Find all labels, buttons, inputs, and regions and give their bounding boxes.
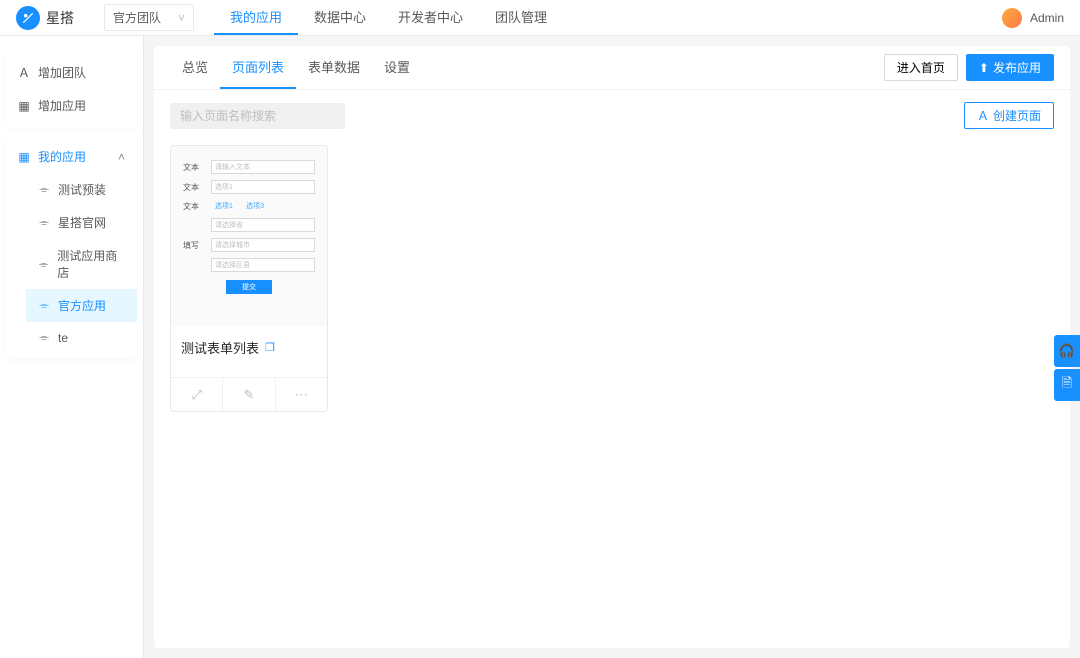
content-body: Ａ 创建页面 文本 请输入文本 文本 选项1 [154, 90, 1070, 648]
body: Ａ 增加团队 ▦ 增加应用 ▦ 我的应用 ˄ ⌯ 测试预装 ⌯ 星 [0, 36, 1080, 658]
avatar [1002, 8, 1022, 28]
sidebar: Ａ 增加团队 ▦ 增加应用 ▦ 我的应用 ˄ ⌯ 测试预装 ⌯ 星 [0, 36, 144, 658]
thumb-row: 请选择省 [183, 218, 315, 232]
content-tabs: 总览 页面列表 表单数据 设置 进入首页 ⬆ 发布应用 [154, 46, 1070, 90]
sidebar-item-label: 官方应用 [58, 297, 106, 314]
thumb-row: 文本 请输入文本 [183, 160, 315, 174]
brand-text: 星搭 [46, 8, 74, 28]
apps-icon: ▦ [18, 150, 30, 164]
header-user[interactable]: Admin [1002, 8, 1064, 28]
sidebar-item-label: 我的应用 [38, 148, 86, 165]
main: 总览 页面列表 表单数据 设置 进入首页 ⬆ 发布应用 Ａ [144, 36, 1080, 658]
page-card[interactable]: 文本 请输入文本 文本 选项1 文本 选项1 选项3 [170, 145, 328, 412]
sidebar-app-3[interactable]: ⌯ 官方应用 [26, 289, 137, 322]
chart-icon: ⌯ [38, 182, 50, 197]
create-page-label: 创建页面 [993, 107, 1041, 124]
sidebar-app-1[interactable]: ⌯ 星搭官网 [26, 206, 137, 239]
sidebar-item-label: 增加应用 [38, 97, 86, 114]
page-thumbnail: 文本 请输入文本 文本 选项1 文本 选项1 选项3 [171, 146, 327, 326]
more-button[interactable]: ⋯ [276, 378, 327, 411]
sidebar-apps-card: ▦ 我的应用 ˄ ⌯ 测试预装 ⌯ 星搭官网 ⌯ 测试应用商店 ⌯ [6, 134, 137, 359]
thumb-submit: 提交 [226, 280, 272, 294]
sidebar-app-0[interactable]: ⌯ 测试预装 [26, 173, 137, 206]
edit-icon: ✎ [244, 387, 255, 403]
sidebar-sub: ⌯ 测试预装 ⌯ 星搭官网 ⌯ 测试应用商店 ⌯ 官方应用 ⌯ te [6, 173, 137, 353]
sidebar-app-2[interactable]: ⌯ 测试应用商店 [26, 239, 137, 289]
chart-icon: ⌯ [38, 330, 50, 345]
user-name: Admin [1030, 11, 1064, 25]
sidebar-add-team[interactable]: Ａ 增加团队 [6, 56, 137, 89]
logo: 星搭 [16, 6, 74, 30]
expand-button[interactable]: ⤢ [171, 378, 223, 411]
sidebar-item-label: 测试应用商店 [57, 247, 125, 281]
nav-tab-team[interactable]: 团队管理 [479, 0, 563, 35]
user-icon: Ａ [977, 107, 989, 124]
tab-settings[interactable]: 设置 [372, 46, 422, 89]
chart-icon: ⌯ [38, 215, 50, 230]
grid-icon: ▦ [18, 99, 30, 113]
enter-home-button[interactable]: 进入首页 [884, 54, 958, 81]
docs-button[interactable]: 🗎 [1054, 369, 1080, 401]
search-input[interactable] [170, 103, 345, 129]
logo-icon [16, 6, 40, 30]
sidebar-item-label: 星搭官网 [58, 214, 106, 231]
publish-label: 发布应用 [993, 59, 1041, 76]
sidebar-item-label: te [58, 331, 68, 345]
chevron-down-icon: ˅ [178, 11, 185, 25]
expand-icon: ⤢ [191, 387, 201, 403]
sidebar-top-card: Ａ 增加团队 ▦ 增加应用 [6, 50, 137, 128]
nav-tab-data[interactable]: 数据中心 [298, 0, 382, 35]
headset-icon: 🎧 [1059, 343, 1075, 359]
thumb-row: 文本 选项1 [183, 180, 315, 194]
create-page-button[interactable]: Ａ 创建页面 [964, 102, 1054, 129]
sidebar-add-app[interactable]: ▦ 增加应用 [6, 89, 137, 122]
edit-button[interactable]: ✎ [223, 378, 275, 411]
upload-icon: ⬆ [979, 61, 989, 75]
content-actions: 进入首页 ⬆ 发布应用 [884, 54, 1054, 81]
nav-tabs: 我的应用 数据中心 开发者中心 团队管理 [214, 0, 563, 35]
team-name: 官方团队 [113, 9, 161, 26]
tab-pagelist[interactable]: 页面列表 [220, 46, 296, 89]
nav-tab-myapps[interactable]: 我的应用 [214, 0, 298, 35]
toolbar: Ａ 创建页面 [170, 102, 1054, 129]
thumb-row: 请选择区县 [183, 258, 315, 272]
chart-icon: ⌯ [38, 298, 50, 313]
page-title-row: 测试表单列表 ❐ [171, 326, 327, 377]
chart-icon: ⌯ [38, 257, 49, 272]
doc-icon: 🗎 [1062, 374, 1072, 396]
more-icon: ⋯ [295, 387, 308, 403]
user-icon: Ａ [18, 64, 30, 81]
page-card-title: 测试表单列表 [181, 338, 259, 357]
tab-formdata[interactable]: 表单数据 [296, 46, 372, 89]
thumb-row: 文本 选项1 选项3 [183, 200, 315, 212]
sidebar-app-4[interactable]: ⌯ te [26, 322, 137, 353]
main-card: 总览 页面列表 表单数据 设置 进入首页 ⬆ 发布应用 Ａ [154, 46, 1070, 648]
publish-button[interactable]: ⬆ 发布应用 [966, 54, 1054, 81]
header: 星搭 官方团队 ˅ 我的应用 数据中心 开发者中心 团队管理 Admin [0, 0, 1080, 36]
nav-tab-dev[interactable]: 开发者中心 [382, 0, 479, 35]
chevron-up-icon: ˄ [118, 150, 125, 164]
sidebar-group-myapps[interactable]: ▦ 我的应用 ˄ [6, 140, 137, 173]
team-selector[interactable]: 官方团队 ˅ [104, 4, 194, 31]
float-buttons: 🎧 🗎 [1054, 335, 1080, 403]
support-button[interactable]: 🎧 [1054, 335, 1080, 367]
sidebar-item-label: 增加团队 [38, 64, 86, 81]
sidebar-item-label: 测试预装 [58, 181, 106, 198]
tab-overview[interactable]: 总览 [170, 46, 220, 89]
page-card-footer: ⤢ ✎ ⋯ [171, 377, 327, 411]
copy-icon[interactable]: ❐ [265, 341, 275, 354]
thumb-row: 填写 请选择城市 [183, 238, 315, 252]
